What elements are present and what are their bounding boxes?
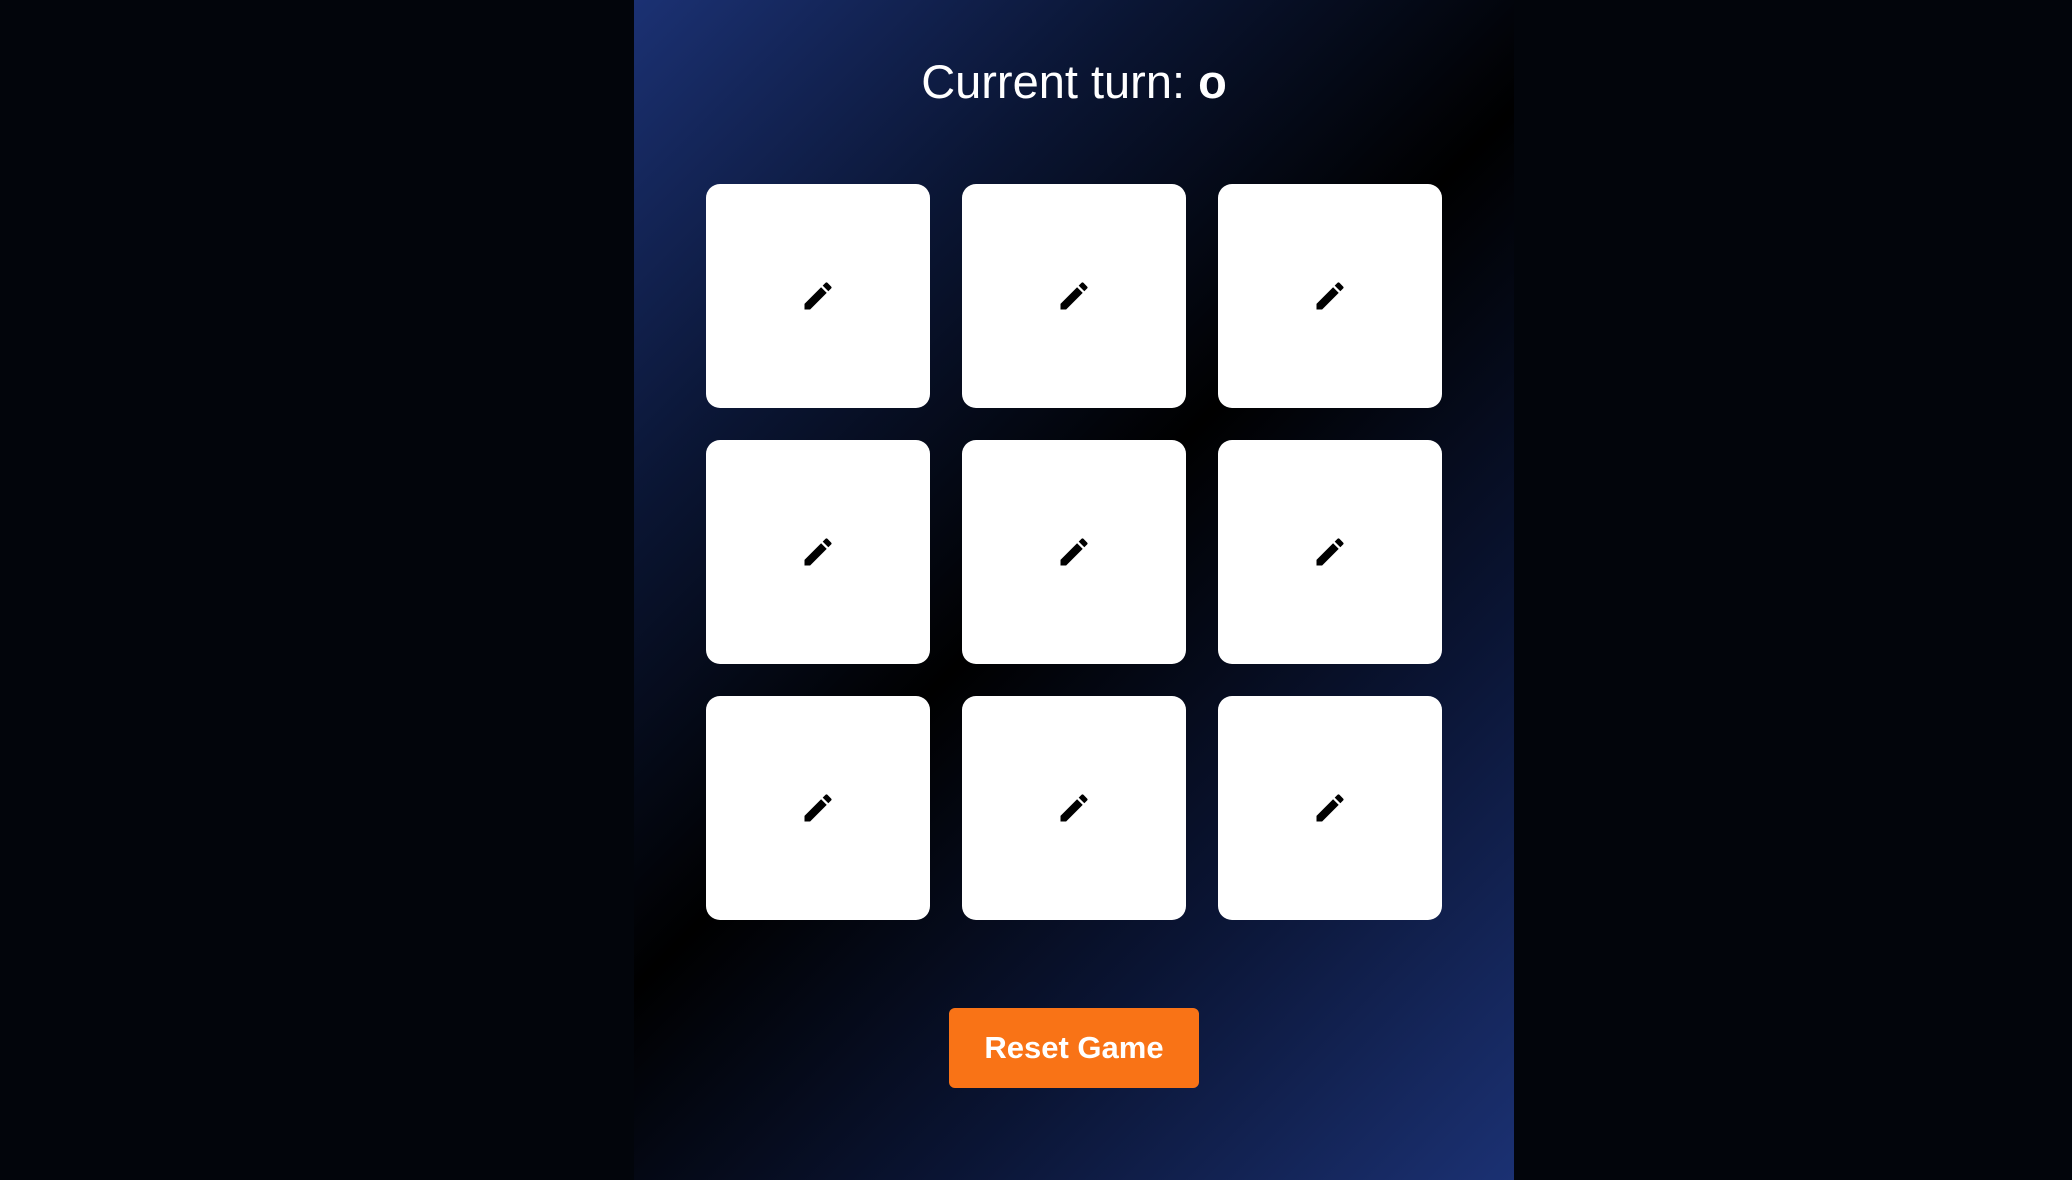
pencil-icon: [1316, 538, 1344, 566]
page: Current turn: o Reset Game: [0, 0, 2072, 1180]
pencil-icon: [1316, 794, 1344, 822]
pencil-icon: [804, 538, 832, 566]
pencil-icon: [1060, 538, 1088, 566]
pencil-icon: [1060, 794, 1088, 822]
game-panel: Current turn: o Reset Game: [634, 0, 1514, 1180]
board-cell-3[interactable]: [1218, 184, 1442, 408]
board-cell-8[interactable]: [962, 696, 1186, 920]
pencil-icon: [1316, 282, 1344, 310]
current-player: o: [1198, 55, 1227, 108]
board-cell-4[interactable]: [706, 440, 930, 664]
pencil-icon: [804, 794, 832, 822]
board-cell-7[interactable]: [706, 696, 930, 920]
board-cell-5[interactable]: [962, 440, 1186, 664]
pencil-icon: [804, 282, 832, 310]
turn-indicator: Current turn: o: [634, 50, 1514, 114]
board-cell-2[interactable]: [962, 184, 1186, 408]
board-cell-6[interactable]: [1218, 440, 1442, 664]
board-cell-1[interactable]: [706, 184, 930, 408]
game-board: [706, 184, 1442, 920]
reset-game-button[interactable]: Reset Game: [949, 1008, 1199, 1088]
board-cell-9[interactable]: [1218, 696, 1442, 920]
turn-label: Current turn:: [921, 55, 1199, 108]
pencil-icon: [1060, 282, 1088, 310]
